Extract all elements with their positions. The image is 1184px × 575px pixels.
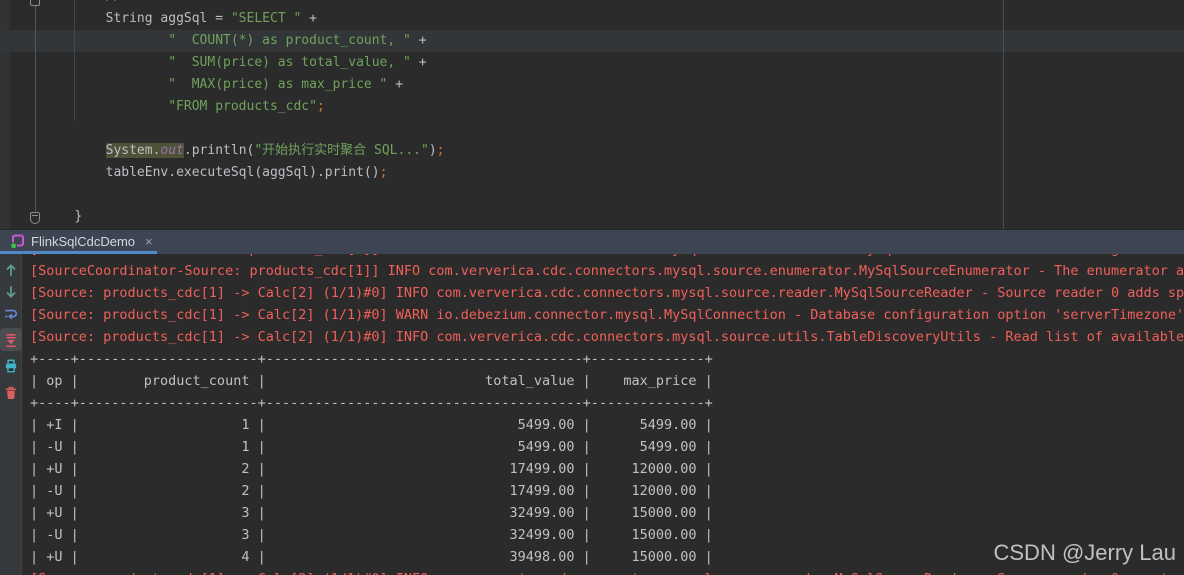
fold-handle-bottom-icon[interactable] — [30, 212, 40, 224]
scroll-to-end-icon[interactable] — [3, 332, 19, 348]
console-line: | op | product_count | total_value | max… — [30, 373, 713, 389]
code-line: } — [74, 209, 83, 224]
code-line: " MAX(price) as max_price " + — [168, 77, 404, 92]
right-margin-guide — [1003, 0, 1004, 229]
code-line: System.out.println("开始执行实时聚合 SQL..."); — [105, 143, 445, 158]
code-line: // -------------------------------------… — [43, 0, 466, 8]
console-line: | +U | 2 | 17499.00 | 12000.00 | — [30, 461, 713, 477]
console-line: [Source: products_cdc[1] -> Calc[2] (1/1… — [30, 307, 1184, 323]
clear-all-icon[interactable] — [3, 385, 19, 401]
code-line: " COUNT(*) as product_count, " + — [168, 33, 427, 48]
console-toolbar — [0, 254, 22, 575]
console-line: | -U | 1 | 5499.00 | 5499.00 | — [30, 439, 713, 455]
ide-window: // -------------------------------------… — [0, 0, 1184, 575]
run-console[interactable]: [SourceCoordinator-Source: products_cdc[… — [0, 254, 1184, 575]
fold-handle-top-icon[interactable] — [30, 0, 40, 6]
run-tool-window-tabbar: FlinkSqlCdcDemo × — [0, 229, 1184, 254]
code-line: "FROM products_cdc"; — [168, 99, 325, 114]
console-line: [SourceCoordinator-Source: products_cdc[… — [30, 263, 1184, 279]
code-line: String aggSql = "SELECT " + — [105, 11, 317, 26]
console-output: [SourceCoordinator-Source: products_cdc[… — [30, 254, 1184, 575]
run-tab[interactable]: FlinkSqlCdcDemo × — [6, 231, 157, 252]
code-line: " SUM(price) as total_value, " + — [168, 55, 427, 70]
console-line: | -U | 2 | 17499.00 | 12000.00 | — [30, 483, 713, 499]
soft-wrap-icon[interactable] — [3, 306, 19, 322]
up-the-stack-trace-icon[interactable] — [3, 262, 19, 278]
down-the-stack-trace-icon[interactable] — [3, 284, 19, 300]
watermark-text: CSDN @Jerry Lau — [993, 540, 1177, 565]
tab-close-icon[interactable]: × — [145, 234, 153, 249]
code-line: tableEnv.executeSql(aggSql).print(); — [105, 165, 388, 180]
print-icon[interactable] — [3, 358, 19, 374]
run-tab-title: FlinkSqlCdcDemo — [31, 234, 136, 249]
console-line: [Source: products_cdc[1] -> Calc[2] (1/1… — [30, 329, 1184, 345]
console-line: | +I | 1 | 5499.00 | 5499.00 | — [30, 417, 713, 433]
code-editor[interactable]: // -------------------------------------… — [0, 0, 1184, 229]
code-lines: // -------------------------------------… — [43, 0, 466, 228]
console-line: | +U | 3 | 32499.00 | 15000.00 | — [30, 505, 713, 521]
fold-region-line — [35, 2, 36, 214]
console-line: [Source: products_cdc[1] -> Calc[2] (1/1… — [30, 285, 1184, 301]
console-line: +----+----------------------+-----------… — [30, 351, 713, 367]
console-line: +----+----------------------+-----------… — [30, 395, 713, 411]
console-line: [Source: products_cdc[1] -> Calc[2] (1/1… — [30, 568, 1184, 575]
run-console-icon — [10, 234, 25, 249]
